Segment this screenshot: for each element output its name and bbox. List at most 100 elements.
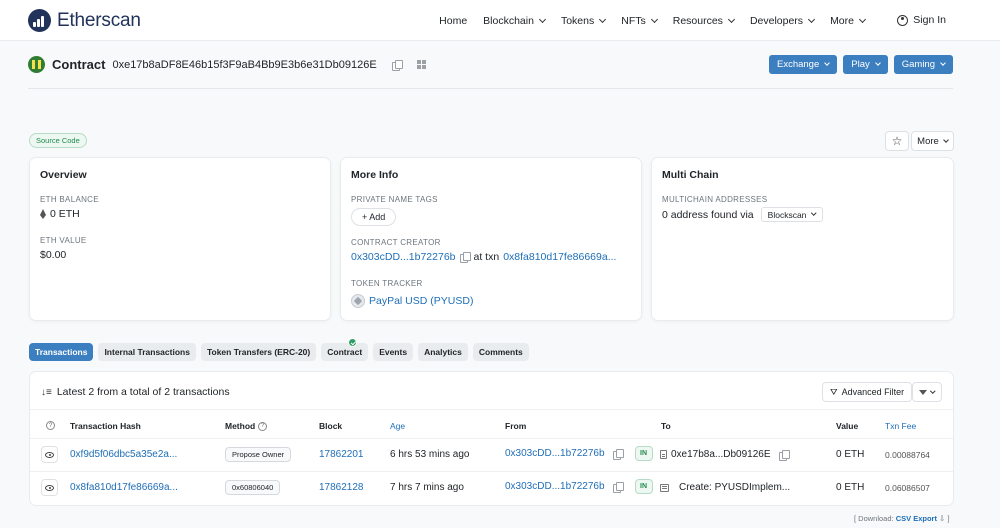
tab-contract[interactable]: Contract bbox=[321, 338, 369, 361]
nav-nfts[interactable]: NFTs bbox=[621, 15, 658, 27]
tab-transactions[interactable]: Transactions bbox=[29, 343, 94, 361]
method-badge: Propose Owner bbox=[225, 447, 292, 462]
tab-events[interactable]: Events bbox=[373, 343, 414, 361]
chevron-down-icon bbox=[858, 15, 867, 23]
more-info-card: More Info PRIVATE NAME TAGS + Add CONTRA… bbox=[340, 157, 642, 321]
etherscan-logo[interactable]: Etherscan bbox=[28, 9, 141, 32]
header-txn-fee[interactable]: Txn Fee bbox=[885, 421, 916, 431]
method-badge: 0x60806040 bbox=[225, 480, 281, 495]
table-divider bbox=[30, 409, 953, 410]
at-txn-text: at txn bbox=[473, 251, 500, 263]
private-name-tags-label: PRIVATE NAME TAGS bbox=[351, 195, 438, 204]
direction-badge: IN bbox=[634, 479, 653, 494]
download-icon: ⇩ bbox=[939, 514, 946, 523]
title-divider bbox=[28, 88, 953, 89]
contract-title-row: Contract 0xe17b8aDF8E46b15f3F9aB4Bb9E3b6… bbox=[28, 56, 426, 73]
create-contract-icon bbox=[660, 483, 669, 492]
contract-icon bbox=[660, 450, 667, 459]
tab-internal-transactions[interactable]: Internal Transactions bbox=[98, 343, 196, 361]
nav-more[interactable]: More bbox=[830, 15, 867, 27]
copy-icon[interactable] bbox=[612, 448, 624, 460]
creator-address-link[interactable]: 0x303cDD...1b72276b bbox=[351, 251, 456, 263]
direction-badge: IN bbox=[634, 446, 653, 461]
multichain-addresses: 0 address found via Blockscan bbox=[662, 207, 823, 222]
funnel-icon bbox=[919, 389, 928, 395]
header-block: Block bbox=[319, 421, 343, 431]
copy-icon[interactable] bbox=[778, 449, 790, 461]
eth-balance-label: ETH BALANCE bbox=[40, 195, 99, 204]
sort-icon: ↓≡ bbox=[41, 386, 52, 398]
from-address-link[interactable]: 0x303cDD...1b72276b bbox=[505, 448, 605, 459]
tab-comments[interactable]: Comments bbox=[472, 343, 529, 361]
advanced-filter-button[interactable]: ⛛ Advanced Filter bbox=[822, 382, 913, 402]
tab-analytics[interactable]: Analytics bbox=[418, 343, 468, 361]
more-dropdown[interactable]: More bbox=[911, 131, 954, 151]
question-icon[interactable]: ? bbox=[258, 421, 268, 431]
age-text: 6 hrs 53 mins ago bbox=[390, 449, 470, 460]
view-details-button[interactable] bbox=[41, 446, 58, 463]
header-method: Method? bbox=[225, 421, 268, 431]
chevron-down-icon bbox=[538, 15, 546, 23]
ethereum-icon bbox=[40, 209, 46, 219]
sign-in-link[interactable]: Sign In bbox=[897, 14, 946, 26]
sign-in-label: Sign In bbox=[913, 14, 946, 26]
row-divider bbox=[30, 471, 953, 472]
block-link[interactable]: 17862128 bbox=[319, 482, 364, 493]
eye-icon bbox=[45, 484, 54, 491]
copy-icon[interactable] bbox=[459, 252, 471, 263]
transaction-hash-link[interactable]: 0x8fa810d17fe86669a... bbox=[70, 482, 178, 493]
transaction-hash-link[interactable]: 0xf9d5f06dbc5a35e2a... bbox=[70, 449, 177, 460]
eth-value: $0.00 bbox=[40, 249, 67, 261]
multi-chain-title: Multi Chain bbox=[662, 169, 719, 181]
eye-icon bbox=[45, 451, 54, 458]
copy-icon[interactable] bbox=[612, 481, 624, 493]
csv-export-link[interactable]: CSV Export bbox=[896, 514, 937, 523]
value-text: 0 ETH bbox=[836, 449, 865, 460]
token-tracker-link[interactable]: PayPal USD (PYUSD) bbox=[369, 295, 473, 307]
header-age[interactable]: Age bbox=[390, 421, 405, 431]
address-found-text: 0 address found via bbox=[662, 208, 754, 221]
transactions-table: ↓≡ Latest 2 from a total of 2 transactio… bbox=[29, 371, 954, 506]
nav-home[interactable]: Home bbox=[439, 15, 467, 27]
chevron-down-icon bbox=[930, 388, 936, 393]
info-column-header: ? bbox=[46, 421, 55, 430]
filter-dropdown[interactable] bbox=[912, 382, 942, 402]
nav-resources[interactable]: Resources bbox=[673, 15, 735, 27]
exchange-button[interactable]: Exchange bbox=[768, 55, 838, 74]
value-text: 0 ETH bbox=[836, 482, 865, 493]
favorite-button[interactable]: ☆ bbox=[885, 131, 909, 151]
etherscan-logo-icon bbox=[28, 9, 51, 32]
user-icon bbox=[897, 14, 909, 26]
gaming-button[interactable]: Gaming bbox=[893, 55, 953, 74]
header-from: From bbox=[505, 421, 527, 431]
question-icon[interactable]: ? bbox=[46, 421, 55, 430]
blockscan-dropdown[interactable]: Blockscan bbox=[760, 207, 823, 222]
chevron-down-icon bbox=[824, 60, 831, 66]
block-link[interactable]: 17862201 bbox=[319, 449, 364, 460]
chevron-down-icon bbox=[727, 15, 735, 23]
contract-creator: 0x303cDD...1b72276b at txn 0x8fa810d17fe… bbox=[351, 251, 616, 263]
overview-card: Overview ETH BALANCE 0 ETH ETH VALUE $0.… bbox=[29, 157, 331, 321]
contract-tabs: Transactions Internal Transactions Token… bbox=[29, 338, 529, 361]
creator-txn-link[interactable]: 0x8fa810d17fe86669a... bbox=[503, 251, 616, 263]
to-address[interactable]: 0xe17b8a...Db09126E bbox=[671, 449, 771, 460]
chevron-down-icon bbox=[599, 15, 607, 23]
row-divider bbox=[30, 438, 953, 439]
chevron-down-icon bbox=[650, 15, 658, 23]
download-section: [ Download: CSV Export ⇩ ] bbox=[854, 514, 950, 523]
chevron-down-icon bbox=[808, 15, 816, 23]
nav-blockchain[interactable]: Blockchain bbox=[483, 15, 546, 27]
copy-icon[interactable] bbox=[391, 59, 403, 71]
play-button[interactable]: Play bbox=[843, 55, 888, 74]
from-address-link[interactable]: 0x303cDD...1b72276b bbox=[505, 481, 605, 492]
to-address[interactable]: Create: PYUSDImplem... bbox=[679, 482, 790, 493]
qr-code-icon[interactable] bbox=[416, 60, 426, 69]
source-code-badge[interactable]: Source Code bbox=[29, 133, 87, 148]
contract-avatar-icon bbox=[28, 56, 45, 73]
add-name-tag-button[interactable]: + Add bbox=[351, 208, 397, 226]
main-nav: Home Blockchain Tokens NFTs Resources De… bbox=[423, 0, 867, 41]
tab-token-transfers[interactable]: Token Transfers (ERC-20) bbox=[200, 343, 317, 361]
nav-tokens[interactable]: Tokens bbox=[561, 15, 607, 27]
view-details-button[interactable] bbox=[41, 479, 58, 496]
nav-developers[interactable]: Developers bbox=[750, 15, 816, 27]
